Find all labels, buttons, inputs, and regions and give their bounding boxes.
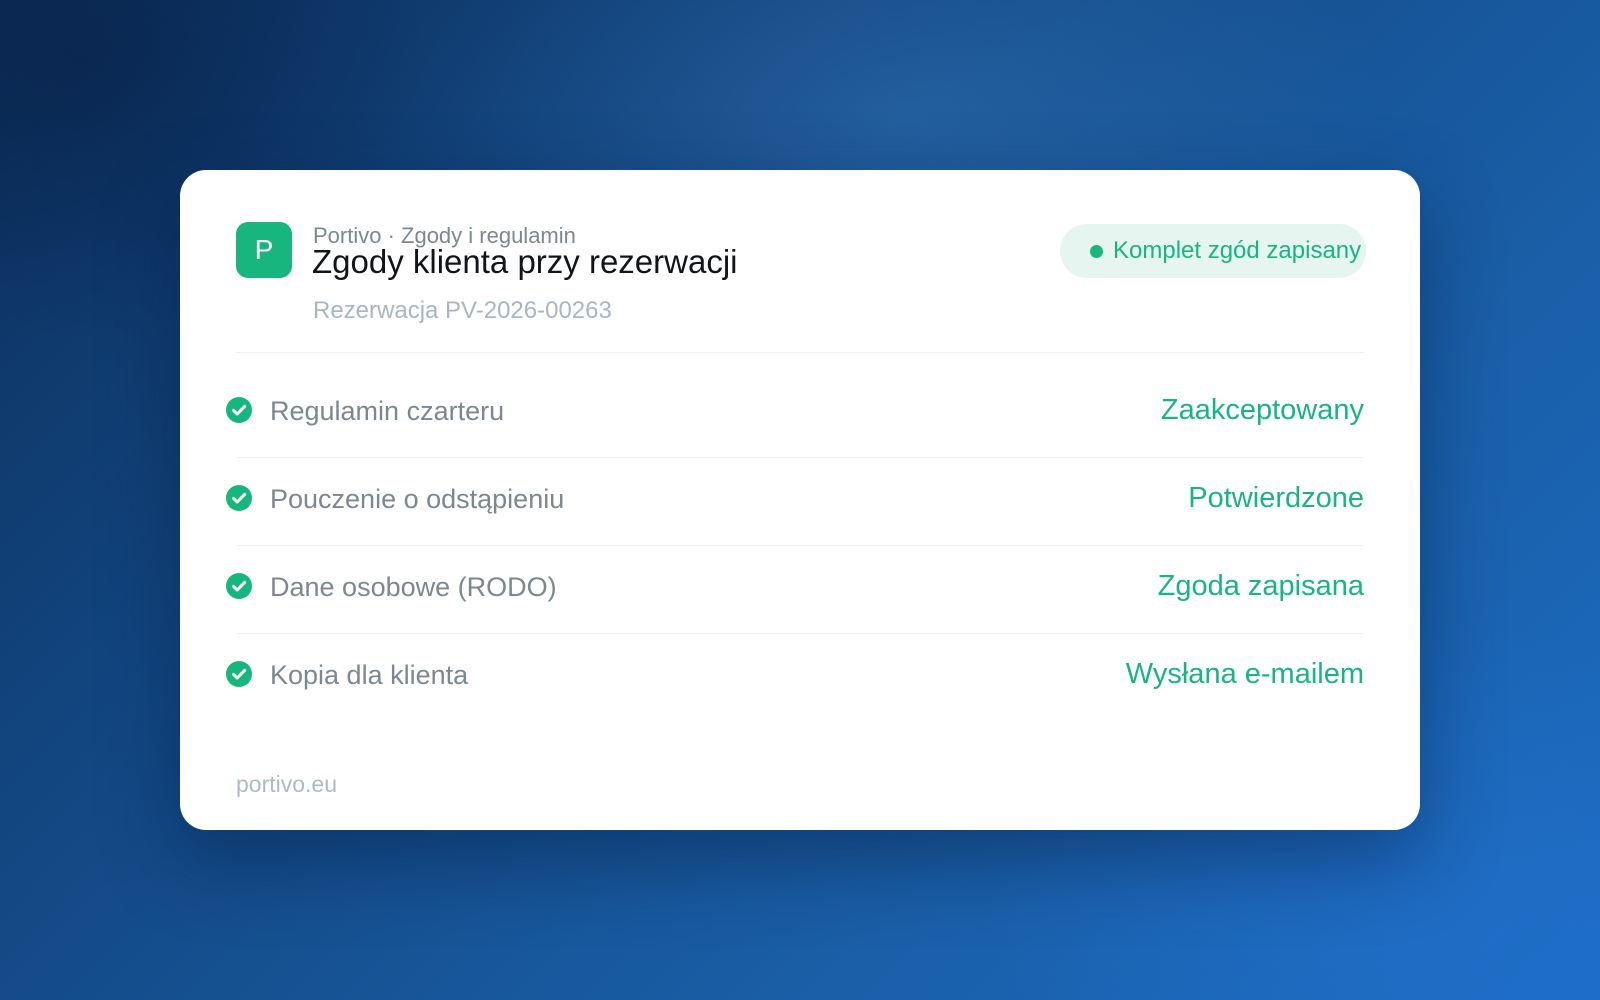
reservation-number: Rezerwacja PV-2026-00263 — [313, 297, 612, 324]
status-dot-icon — [1090, 245, 1103, 258]
row-divider — [236, 457, 1364, 458]
consent-status: Zgoda zapisana — [1157, 570, 1364, 602]
check-circle-icon — [226, 661, 252, 687]
consent-row-gdpr: Dane osobowe (RODO) Zgoda zapisana — [226, 566, 1364, 606]
check-circle-icon — [226, 573, 252, 599]
check-circle-icon — [226, 397, 252, 423]
portivo-logo: P — [236, 222, 292, 278]
consent-status: Zaakceptowany — [1160, 394, 1364, 426]
row-divider — [236, 545, 1364, 546]
header-divider — [236, 352, 1364, 353]
consent-label: Dane osobowe (RODO) — [270, 572, 557, 602]
consent-status: Potwierdzone — [1188, 482, 1364, 514]
consent-label: Pouczenie o odstąpieniu — [270, 484, 565, 514]
check-circle-icon — [226, 485, 252, 511]
consent-status: Wysłana e-mailem — [1125, 658, 1364, 690]
page-title: Zgody klienta przy rezerwacji — [312, 243, 738, 280]
footer-domain: portivo.eu — [236, 771, 338, 797]
logo-letter: P — [254, 234, 274, 265]
consent-card: P Portivo · Zgody i regulamin Zgody klie… — [180, 170, 1420, 830]
consent-row-client-copy: Kopia dla klienta Wysłana e-mailem — [226, 654, 1364, 694]
consent-label: Regulamin czarteru — [270, 396, 505, 426]
consent-row-withdrawal: Pouczenie o odstąpieniu Potwierdzone — [226, 478, 1364, 518]
row-divider — [236, 633, 1364, 634]
status-badge: Komplet zgód zapisany — [1060, 224, 1366, 278]
consent-label: Kopia dla klienta — [270, 660, 469, 690]
consent-row-terms: Regulamin czarteru Zaakceptowany — [226, 390, 1364, 430]
status-badge-label: Komplet zgód zapisany — [1113, 237, 1362, 264]
